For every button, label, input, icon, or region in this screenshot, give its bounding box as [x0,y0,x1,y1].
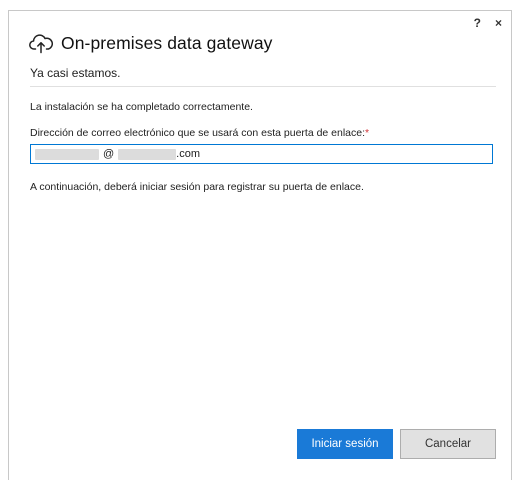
installer-window: ? × On-premises data gateway Ya casi est… [0,0,512,480]
cancel-button[interactable]: Cancelar [400,429,496,459]
status-message: La instalación se ha completado correcta… [30,101,253,113]
page-title: On-premises data gateway [61,32,273,53]
redacted-local-part [35,148,99,160]
cloud-upload-icon [29,32,53,54]
email-field[interactable]: @ .com [30,144,493,164]
header-divider [30,86,496,87]
email-label-text: Dirección de correo electrónico que se u… [30,127,366,139]
help-button[interactable]: ? [474,16,481,30]
window-border-top [8,10,512,11]
window-border-left [8,10,9,480]
email-tld: .com [176,148,201,160]
required-marker: * [365,127,370,139]
close-button[interactable]: × [495,16,502,30]
redacted-domain-part [118,148,177,160]
email-field-label: Dirección de correo electrónico que se u… [30,127,369,139]
header: On-premises data gateway [29,32,273,54]
window-border-right [511,10,512,480]
next-step-info: A continuación, deberá iniciar sesión pa… [30,181,364,193]
page-subtitle: Ya casi estamos. [30,66,121,80]
email-at-sign: @ [103,148,115,160]
title-controls: ? × [474,16,502,30]
sign-in-button[interactable]: Iniciar sesión [297,429,393,459]
